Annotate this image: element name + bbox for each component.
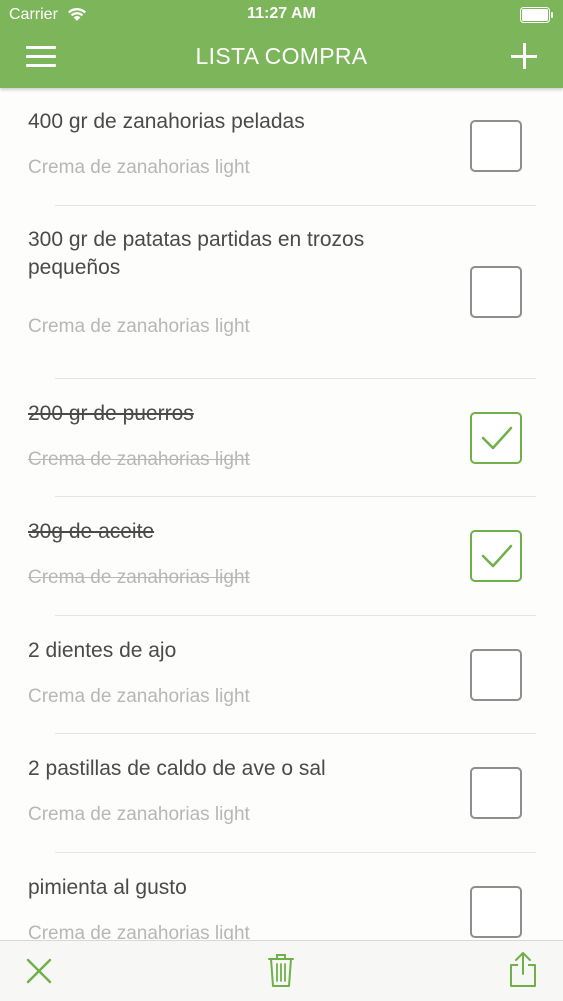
plus-icon[interactable] [511, 43, 537, 69]
page-title: LISTA COMPRA [195, 43, 368, 69]
item-name: 200 gr de puerros [28, 402, 194, 425]
item-checkbox[interactable] [470, 649, 522, 701]
share-icon[interactable] [509, 950, 537, 988]
item-name: 2 pastillas de caldo de ave o sal [28, 757, 326, 780]
checkmark-icon [481, 544, 513, 568]
item-checkbox[interactable] [470, 886, 522, 938]
list-item[interactable]: 30g de aceite Crema de zanahorias light [0, 497, 563, 616]
item-checkbox[interactable] [470, 120, 522, 172]
status-time: 11:27 AM [247, 5, 316, 22]
item-name: 300 gr de patatas partidas en trozos peq… [28, 228, 365, 279]
item-name: 30g de aceite [28, 520, 155, 543]
battery-icon [520, 7, 553, 23]
item-checkbox-checked[interactable] [470, 412, 522, 464]
list-item[interactable]: 2 dientes de ajo Crema de zanahorias lig… [0, 616, 563, 734]
bottom-toolbar [0, 940, 563, 1001]
item-checkbox[interactable] [470, 767, 522, 819]
item-name: 400 gr de zanahorias peladas [28, 110, 305, 133]
item-name: pimienta al gusto [28, 876, 187, 899]
list-item[interactable]: 2 pastillas de caldo de ave o sal Crema … [0, 734, 563, 853]
item-recipe: Crema de zanahorias light [28, 449, 250, 470]
item-recipe: Crema de zanahorias light [28, 923, 250, 940]
trash-icon[interactable] [266, 952, 296, 988]
item-recipe: Crema de zanahorias light [28, 316, 250, 337]
item-recipe: Crema de zanahorias light [28, 804, 250, 825]
app-header: Carrier 11:27 AM LISTA COMPRA [0, 0, 563, 88]
status-bar: Carrier 11:27 AM [0, 0, 563, 30]
item-checkbox[interactable] [470, 266, 522, 318]
shopping-list: 400 gr de zanahorias peladas Crema de za… [0, 88, 563, 940]
list-item[interactable]: 200 gr de puerros Crema de zanahorias li… [0, 379, 563, 497]
list-item[interactable]: pimienta al gusto Crema de zanahorias li… [0, 853, 563, 940]
item-recipe: Crema de zanahorias light [28, 567, 250, 588]
list-item[interactable]: 300 gr de patatas partidas en trozos peq… [0, 206, 563, 379]
checkmark-icon [481, 426, 513, 450]
nav-bar: LISTA COMPRA [0, 30, 563, 88]
list-item[interactable]: 400 gr de zanahorias peladas Crema de za… [0, 88, 563, 206]
item-recipe: Crema de zanahorias light [28, 157, 250, 178]
item-name: 2 dientes de ajo [28, 639, 177, 662]
item-checkbox-checked[interactable] [470, 530, 522, 582]
close-x-icon[interactable] [26, 958, 52, 984]
item-recipe: Crema de zanahorias light [28, 686, 250, 707]
